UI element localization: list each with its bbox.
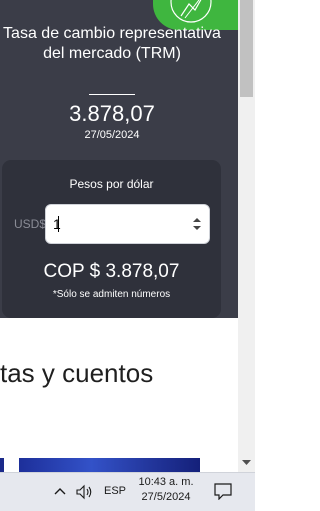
volume-icon[interactable] <box>76 484 94 500</box>
vertical-scrollbar[interactable] <box>238 0 255 472</box>
currency-prefix: USD$ <box>14 217 47 231</box>
article-thumbnail[interactable] <box>19 458 200 472</box>
browser-viewport: Tasa de cambio representativa del mercad… <box>0 0 238 472</box>
scroll-down-button[interactable] <box>238 455 255 472</box>
number-spinner[interactable] <box>191 216 203 232</box>
spin-down-button[interactable] <box>191 224 203 232</box>
text-caret <box>58 216 59 232</box>
section-heading: tas y cuentos <box>0 358 154 388</box>
scrollbar-thumb[interactable] <box>240 0 253 97</box>
taskbar: ESP 10:43 a. m. 27/5/2024 <box>0 472 255 511</box>
scroll-down-icon <box>242 460 251 465</box>
clock-date: 27/5/2024 <box>141 491 191 503</box>
spin-up-icon <box>193 218 201 222</box>
trm-title: Tasa de cambio representativa del mercad… <box>3 25 221 62</box>
converted-result: COP $ 3.878,07 <box>43 261 180 282</box>
article-thumbnail[interactable] <box>0 458 4 472</box>
language-indicator[interactable]: ESP <box>104 485 126 497</box>
spin-up-button[interactable] <box>191 216 203 224</box>
usd-amount-input[interactable] <box>45 204 210 244</box>
trm-value: 3.878,07 <box>69 101 155 126</box>
clock-time: 10:43 a. m. <box>138 476 194 488</box>
converter-label: Pesos por dólar <box>69 177 154 191</box>
input-note: *Sólo se admiten números <box>52 289 171 300</box>
currency-converter: Pesos por dólar USD$ COP $ 3.878,07 *Sól… <box>2 160 221 318</box>
trm-date: 27/05/2024 <box>84 129 140 141</box>
title-divider <box>89 94 135 95</box>
chevron-up-icon[interactable] <box>54 486 66 496</box>
trm-card: Tasa de cambio representativa del mercad… <box>0 0 238 318</box>
spin-down-icon <box>193 226 201 230</box>
notifications-icon[interactable] <box>214 483 232 500</box>
tray-clock[interactable]: 10:43 a. m. 27/5/2024 <box>134 475 198 505</box>
